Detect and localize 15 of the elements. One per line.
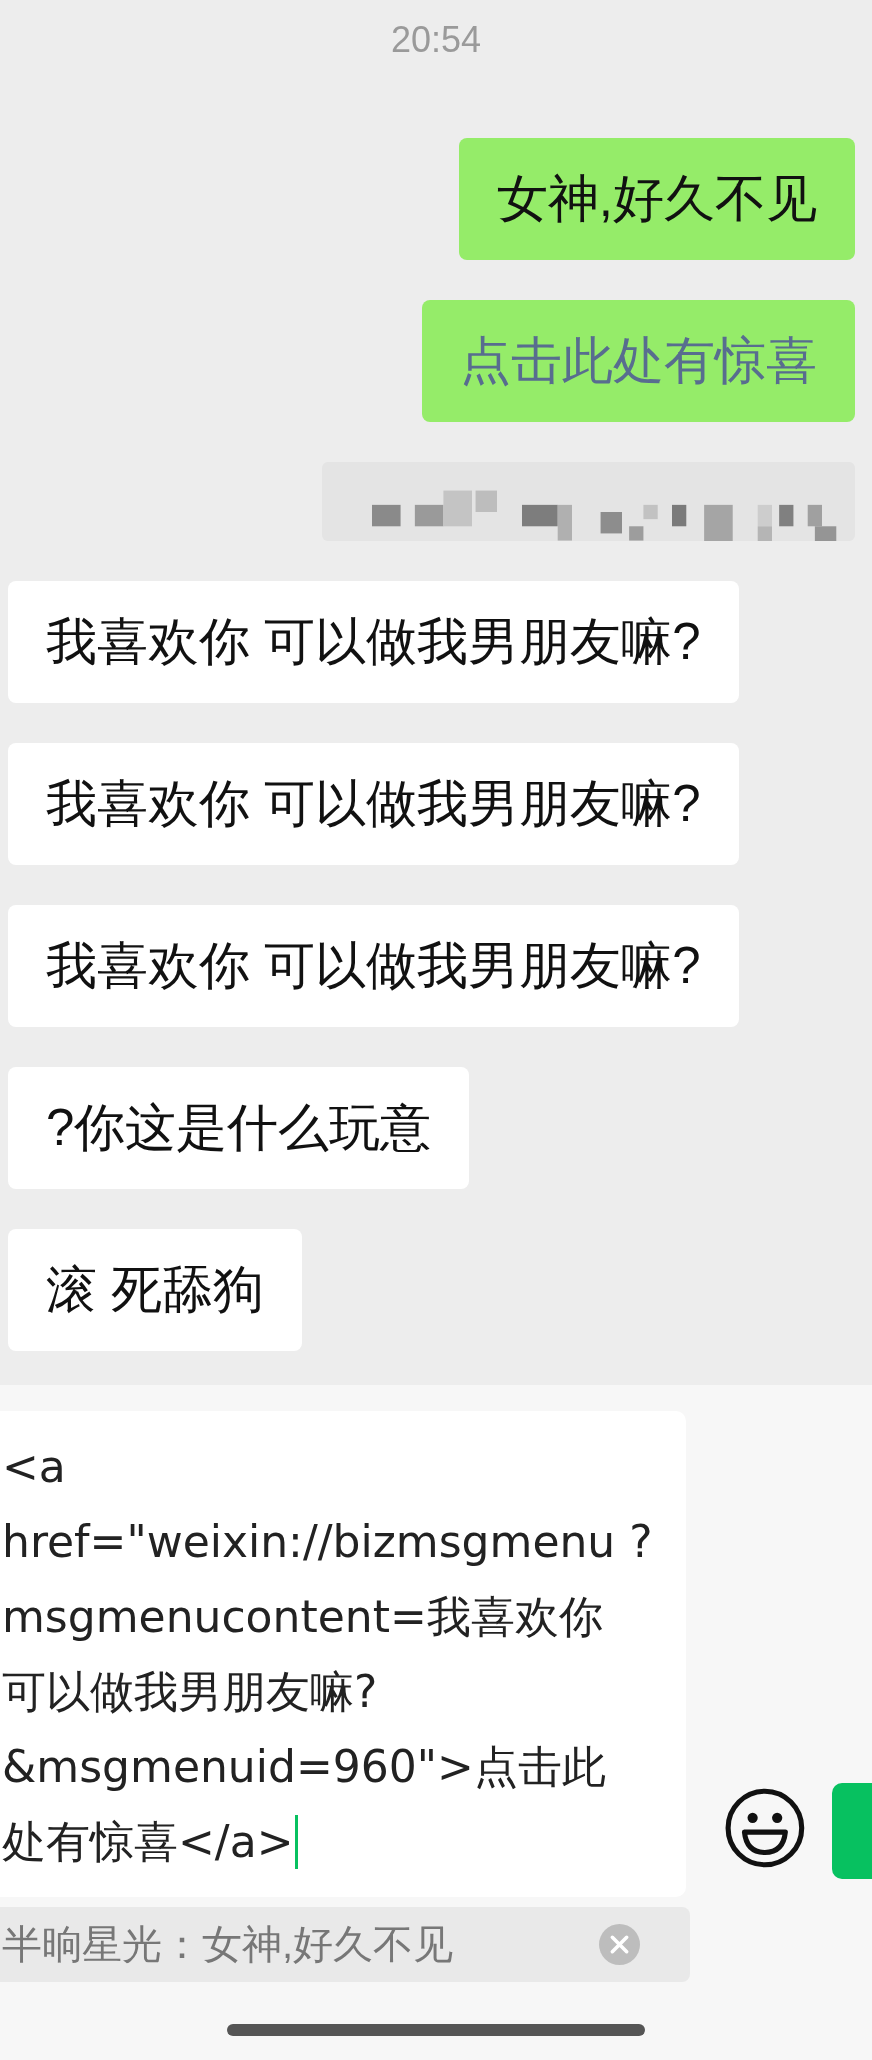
message-bubble: 女神,好久不见 (458, 138, 855, 260)
message-bubble: 我喜欢你 可以做我男朋友嘛? (8, 743, 739, 865)
message-bubble: 我喜欢你 可以做我男朋友嘛? (8, 905, 739, 1027)
message-bubble: 滚 死舔狗 (8, 1229, 303, 1351)
emoji-icon[interactable] (724, 1787, 807, 1869)
send-button[interactable] (832, 1783, 872, 1879)
message-bubble[interactable]: 点击此处有惊喜 (422, 300, 855, 422)
message-input[interactable]: <a href="weixin://bizmsgmenu ? msgmenucontent=我喜欢你 可以做我男朋友嘛? &msgmenuid=960">点击此 处有惊喜</a> (0, 1411, 687, 1897)
home-indicator[interactable] (227, 2024, 645, 2036)
text-cursor (294, 1814, 298, 1869)
message-bubble: 我喜欢你 可以做我男朋友嘛? (8, 581, 739, 703)
message-bubble: ?你这是什么玩意 (8, 1067, 470, 1189)
close-icon[interactable] (599, 1924, 640, 1965)
message-time: 20:54 (390, 22, 482, 58)
quote-text: 半晌星光：女神,好久不见 (1, 1921, 454, 1968)
